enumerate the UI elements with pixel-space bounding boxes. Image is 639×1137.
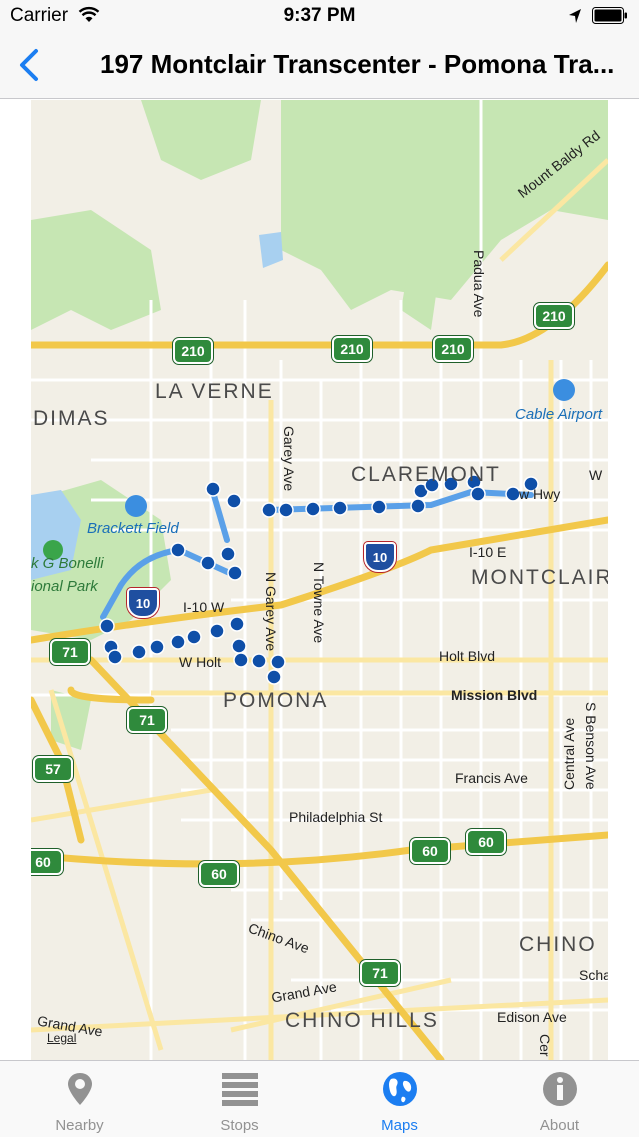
road-label: Garey Ave <box>281 426 297 492</box>
page-title: 197 Montclair Transcenter - Pomona Tra..… <box>100 49 615 79</box>
tab-label: About <box>539 1117 580 1134</box>
airport-icon[interactable] <box>553 379 575 401</box>
city-label: CHINO <box>519 933 597 956</box>
legal-link[interactable]: Legal <box>47 1031 76 1045</box>
road-label: Central Ave <box>561 717 577 790</box>
city-label: LA VERNE <box>155 380 274 403</box>
highway-60-shield: 60 <box>199 861 239 887</box>
location-arrow-icon <box>569 9 581 23</box>
highway-210-shield: 210 <box>173 338 213 364</box>
tab-stops[interactable]: Stops <box>160 1061 319 1137</box>
status-bar: Carrier 9:37 PM <box>0 0 639 32</box>
road-label: Edison Ave <box>497 1009 567 1025</box>
highway-71-shield: 71 <box>127 707 167 733</box>
highway-210-shield: 210 <box>332 336 372 362</box>
place-label: k G Bonelli <box>31 555 104 572</box>
interstate-10-shield: 10 <box>127 588 159 618</box>
place-label: Brackett Field <box>87 520 179 537</box>
highway-60-shield: 60 <box>410 838 450 864</box>
highway-57-shield: 57 <box>33 756 73 782</box>
place-label: Cable Airport <box>515 406 602 423</box>
road-label: Holt Blvd <box>439 648 496 664</box>
highway-210-shield: 210 <box>433 336 473 362</box>
road-label: w Hwy <box>519 486 561 502</box>
highway-210-shield: 210 <box>534 303 574 329</box>
chevron-left-icon[interactable] <box>12 46 48 84</box>
highway-71-shield: 71 <box>50 639 90 665</box>
road-label: W Holt <box>179 654 221 670</box>
route-map[interactable]: 210 210 210 210 71 71 57 60 60 60 60 71 … <box>31 100 608 1060</box>
road-label: Padua Ave <box>471 250 487 318</box>
road-label: I-10 W <box>183 599 225 615</box>
road-label: Cer <box>537 1034 553 1057</box>
tab-label: Maps <box>381 1117 418 1134</box>
tab-nearby[interactable]: Nearby <box>0 1061 159 1137</box>
city-label: POMONA <box>223 689 329 712</box>
city-label: CHINO HILLS <box>285 1009 439 1032</box>
road-label: Mission Blvd <box>451 687 538 703</box>
road-label: Philadelphia St <box>289 809 383 825</box>
highway-71-shield: 71 <box>360 960 400 986</box>
road-label: S Benson Ave <box>583 702 599 790</box>
place-label: ional Park <box>31 578 98 595</box>
tab-bar: Nearby Stops Maps About <box>0 1060 639 1137</box>
road-label: Francis Ave <box>455 770 528 786</box>
info-icon <box>543 1072 577 1106</box>
battery-icon <box>592 7 627 24</box>
tab-label: Nearby <box>55 1117 104 1134</box>
road-label: Scha <box>579 967 608 983</box>
city-label: DIMAS <box>33 407 110 430</box>
road-label: I-10 E <box>469 544 507 560</box>
interstate-10-shield: 10 <box>364 542 396 572</box>
road-label: W <box>589 467 603 483</box>
globe-icon <box>383 1072 417 1106</box>
airport-icon[interactable] <box>125 495 147 517</box>
city-label: CLAREMONT <box>351 463 501 486</box>
road-label: N Towne Ave <box>311 562 327 644</box>
tab-maps[interactable]: Maps <box>320 1061 479 1137</box>
status-time: 9:37 PM <box>283 5 356 26</box>
highway-60-shield: 60 <box>31 849 63 875</box>
tab-about[interactable]: About <box>480 1061 639 1137</box>
city-label: MONTCLAIR <box>471 566 608 589</box>
road-label: N Garey Ave <box>263 572 279 652</box>
map-pin-icon <box>68 1073 92 1105</box>
tab-label: Stops <box>220 1117 259 1134</box>
list-icon <box>222 1073 258 1106</box>
highway-60-shield: 60 <box>466 829 506 855</box>
navigation-bar: 197 Montclair Transcenter - Pomona Tra..… <box>0 32 639 99</box>
